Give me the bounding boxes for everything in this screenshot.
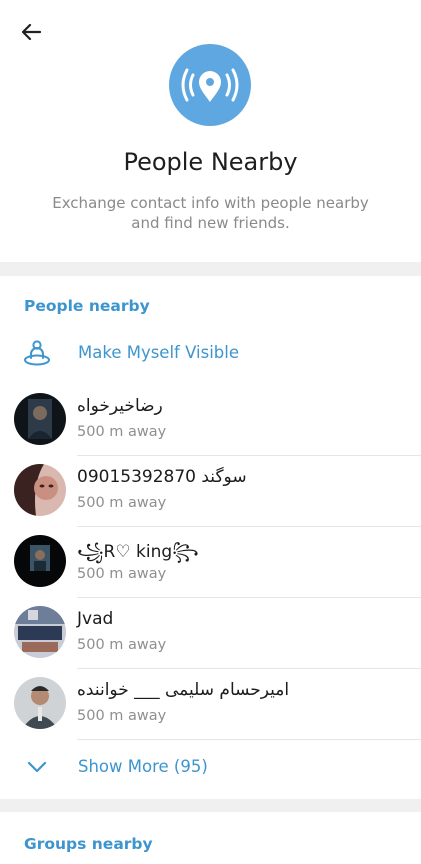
person-distance: 500 m away xyxy=(77,708,167,724)
make-myself-visible-button[interactable]: Make Myself Visible xyxy=(0,336,421,372)
person-name: امیرحسام سلیمی ___ خواننده xyxy=(77,680,290,700)
avatar xyxy=(14,464,66,516)
avatar xyxy=(14,535,66,587)
person-distance: 500 m away xyxy=(77,495,167,511)
person-name: سوگند 09015392870 xyxy=(77,467,247,487)
arrow-left-icon xyxy=(21,23,41,41)
people-nearby-section: People nearby Make Myself Visible رضاخیر… xyxy=(0,276,421,799)
person-row[interactable]: سوگند 09015392870 500 m away xyxy=(0,456,421,527)
groups-nearby-header: Groups nearby xyxy=(24,835,153,853)
avatar xyxy=(14,677,66,729)
back-button[interactable] xyxy=(16,18,46,46)
avatar xyxy=(14,606,66,658)
person-distance: 500 m away xyxy=(77,637,167,653)
people-nearby-header: People nearby xyxy=(24,297,150,315)
person-row[interactable]: امیرحسام سلیمی ___ خواننده 500 m away xyxy=(0,669,421,740)
person-row[interactable]: Jvad 500 m away xyxy=(0,598,421,669)
chevron-down-icon xyxy=(27,761,47,773)
divider xyxy=(77,739,421,740)
person-distance: 500 m away xyxy=(77,424,167,440)
show-more-label: Show More (95) xyxy=(78,757,208,776)
avatar xyxy=(14,393,66,445)
header-card: People Nearby Exchange contact info with… xyxy=(0,0,421,262)
person-row[interactable]: ꧁R♡ king꧂ 500 m away xyxy=(0,527,421,598)
person-broadcast-icon xyxy=(24,340,50,366)
show-more-button[interactable]: Show More (95) xyxy=(0,751,421,787)
person-distance: 500 m away xyxy=(77,566,167,582)
location-broadcast-icon xyxy=(169,44,251,126)
person-name: رضاخیرخواه xyxy=(77,396,163,416)
person-name: Jvad xyxy=(77,609,114,629)
page-title: People Nearby xyxy=(123,148,298,176)
make-myself-visible-label: Make Myself Visible xyxy=(78,343,239,362)
page-subtitle: Exchange contact info with people nearby… xyxy=(52,194,369,232)
groups-nearby-section: Groups nearby xyxy=(0,812,421,864)
person-row[interactable]: رضاخیرخواه 500 m away xyxy=(0,385,421,456)
